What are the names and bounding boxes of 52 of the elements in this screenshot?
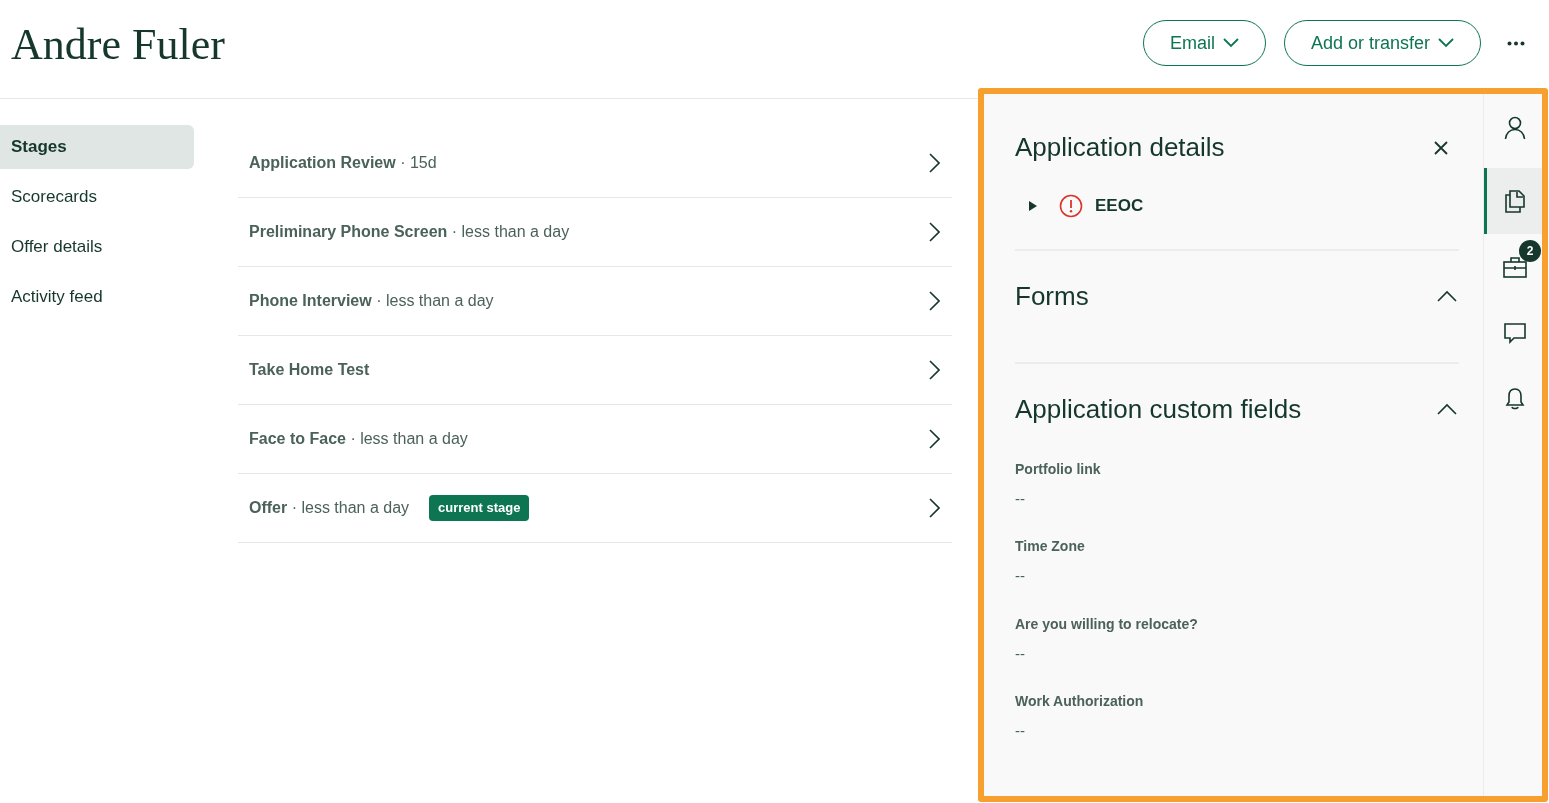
stage-name: Take Home Test (249, 360, 370, 380)
stage-row[interactable]: Application Review · 15d (238, 129, 952, 198)
more-icon[interactable] (1507, 40, 1525, 46)
field-value: -- (1015, 566, 1026, 586)
stage-name: Face to Face · less than a day (249, 429, 468, 449)
person-icon (1503, 116, 1526, 140)
sidebar-tab[interactable] (1484, 168, 1542, 234)
chevron-right-icon (929, 498, 940, 518)
nav-item[interactable]: Activity feed (0, 275, 194, 319)
chevron-down-icon (1438, 38, 1454, 48)
panel-title: Application details (1015, 131, 1225, 164)
bell-icon (1504, 387, 1525, 411)
field-label: Are you willing to relocate? (1015, 614, 1199, 634)
stage-name: Offer · less than a day (249, 498, 410, 518)
chevron-right-icon (929, 153, 940, 173)
current-stage-badge: current stage (429, 495, 530, 521)
stage-name: Phone Interview · less than a day (249, 291, 494, 311)
chevron-up-icon[interactable] (1437, 403, 1457, 415)
section-title: Forms (1015, 279, 1089, 313)
field-value: -- (1015, 721, 1026, 741)
nav-item[interactable]: Stages (0, 125, 194, 169)
field-value: -- (1015, 488, 1026, 509)
eeoc-label: EEOC (1095, 195, 1144, 217)
chevron-right-icon (929, 429, 940, 449)
warning-icon (1059, 193, 1083, 218)
field-label: Work Authorization (1015, 692, 1145, 711)
count-badge: 2 (1519, 240, 1541, 262)
stage-row[interactable]: Offer · less than a day current stage (238, 474, 952, 543)
speech-bubble-icon (1502, 322, 1527, 344)
nav-item[interactable]: Scorecards (0, 175, 194, 219)
sidebar-tab[interactable]: 2 (1484, 234, 1542, 300)
stage-row[interactable]: Face to Face · less than a day (238, 405, 952, 474)
briefcase-icon (1502, 256, 1527, 278)
chevron-right-icon (929, 291, 940, 311)
chevron-up-icon[interactable] (1437, 290, 1457, 302)
nav-item[interactable]: Offer details (0, 225, 194, 269)
chevron-down-icon (1222, 38, 1239, 48)
close-icon[interactable] (1433, 139, 1449, 156)
section-title: Application custom fields (1015, 392, 1302, 426)
stage-name: Application Review · 15d (249, 153, 437, 173)
candidate-name: Andre Fuler (11, 19, 225, 71)
chevron-right-icon (929, 222, 940, 242)
field-label: Portfolio link (1015, 459, 1102, 479)
stage-row[interactable]: Take Home Test (238, 336, 952, 405)
stage-row[interactable]: Phone Interview · less than a day (238, 267, 952, 336)
documents-icon (1503, 189, 1526, 213)
chevron-right-icon (929, 360, 940, 380)
field-value: -- (1015, 643, 1026, 664)
stage-name: Preliminary Phone Screen · less than a day (249, 222, 570, 242)
expand-triangle-icon[interactable] (1027, 199, 1039, 212)
field-label: Time Zone (1015, 537, 1086, 556)
stage-row[interactable]: Preliminary Phone Screen · less than a day (238, 198, 952, 267)
